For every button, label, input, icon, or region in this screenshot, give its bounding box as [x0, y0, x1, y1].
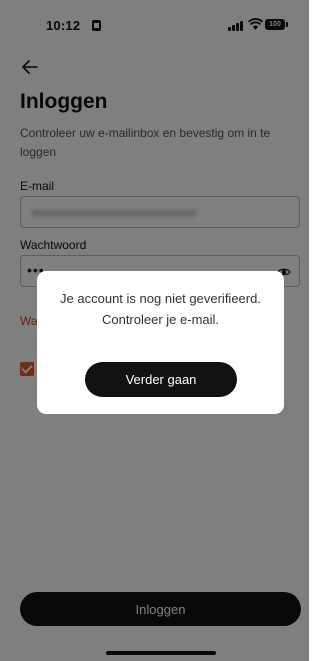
verification-dialog: Je account is nog niet geverifieerd. Con… — [37, 271, 284, 414]
dialog-message-line2: Controleer je e-mail. — [101, 312, 220, 327]
dialog-message-line1: Je account is nog niet geverifieerd. — [60, 291, 261, 306]
continue-button[interactable]: Verder gaan — [85, 362, 237, 397]
dialog-message: Je account is nog niet geverifieerd. Con… — [37, 288, 284, 330]
